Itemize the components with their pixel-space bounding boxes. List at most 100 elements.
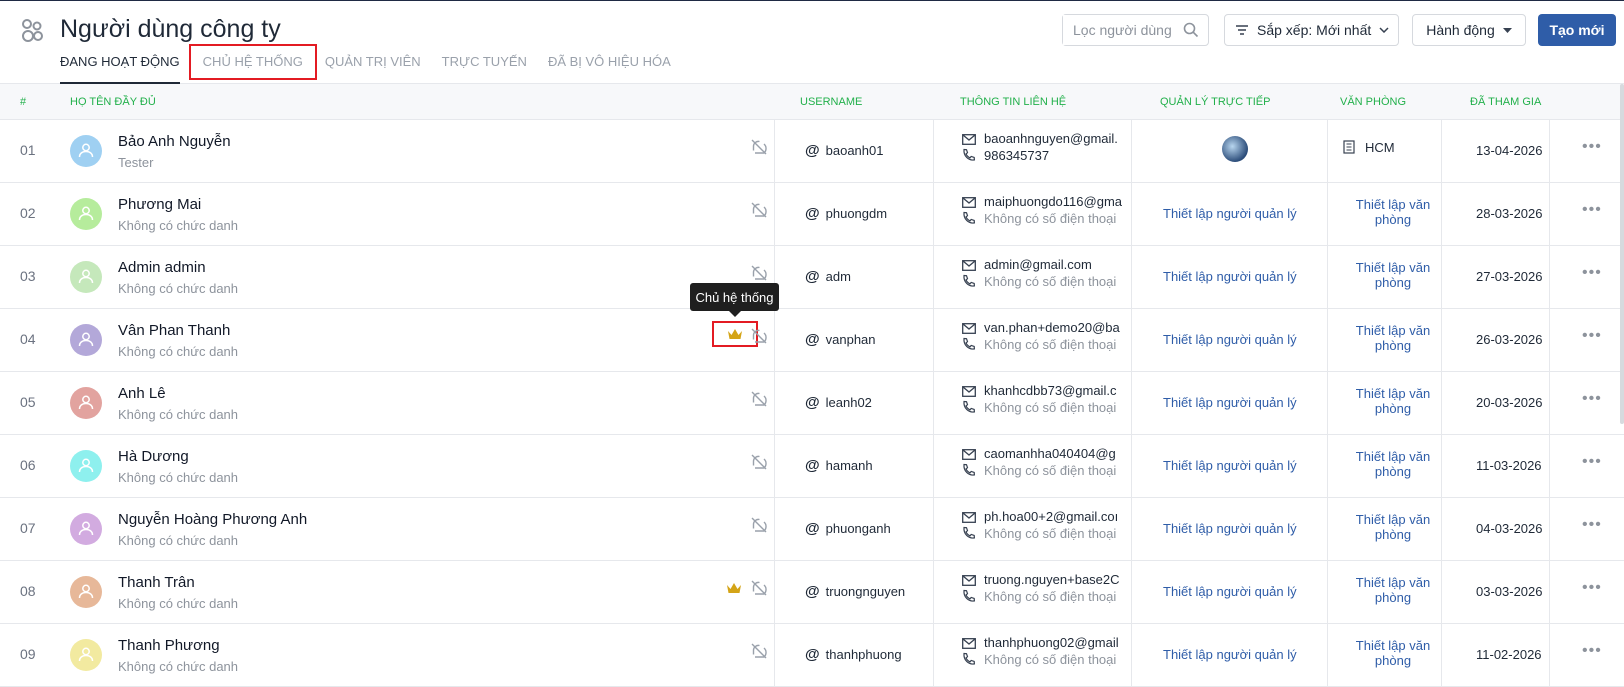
more-options-icon[interactable]: ••• bbox=[1582, 138, 1602, 156]
more-options-icon[interactable]: ••• bbox=[1582, 579, 1602, 597]
tab-online[interactable]: TRỰC TUYẾN bbox=[442, 44, 527, 84]
row-number: 05 bbox=[20, 394, 36, 410]
table-row[interactable]: 01 Bảo Anh Nguyễn Tester @ baoanh01 baoanhngu… bbox=[0, 120, 1624, 183]
table-row[interactable]: 02 Phương Mai Không có chức danh @ phuongdm m… bbox=[0, 183, 1624, 246]
set-manager-link[interactable]: Thiết lập người quản lý bbox=[1163, 584, 1297, 599]
vertical-scrollbar[interactable] bbox=[1620, 84, 1624, 424]
notification-off-icon[interactable] bbox=[750, 264, 768, 285]
user-name[interactable]: Vân Phan Thanh bbox=[118, 322, 230, 339]
set-manager-link[interactable]: Thiết lập người quản lý bbox=[1163, 458, 1297, 473]
crown-icon[interactable] bbox=[726, 582, 742, 597]
email[interactable]: caomanhha040404@g bbox=[962, 446, 1127, 461]
more-options-icon[interactable]: ••• bbox=[1582, 642, 1602, 660]
joined-date: 28-03-2026 bbox=[1476, 206, 1543, 221]
set-manager-link[interactable]: Thiết lập người quản lý bbox=[1163, 521, 1297, 536]
search-icon[interactable] bbox=[1183, 22, 1199, 38]
table-row[interactable]: 08 Thanh Trân Không có chức danh @ truongngu… bbox=[0, 561, 1624, 624]
tab-disabled[interactable]: ĐÃ BỊ VÔ HIỆU HÓA bbox=[548, 44, 671, 84]
users-icon bbox=[22, 19, 43, 42]
at-icon: @ bbox=[805, 520, 820, 537]
table-row[interactable]: 04 Vân Phan Thanh Không có chức danh @ vanph… bbox=[0, 309, 1624, 372]
building-icon bbox=[1343, 140, 1365, 155]
set-office-link[interactable]: Thiết lập văn phòng bbox=[1346, 197, 1440, 227]
notification-off-icon[interactable] bbox=[750, 453, 768, 474]
user-name[interactable]: Thanh Phương bbox=[118, 637, 220, 654]
user-name[interactable]: Phương Mai bbox=[118, 196, 201, 213]
tab-active[interactable]: ĐANG HOẠT ĐỘNG bbox=[60, 44, 180, 84]
email[interactable]: maiphuongdo116@gma bbox=[962, 194, 1127, 209]
avatar bbox=[70, 576, 102, 608]
notification-off-icon[interactable] bbox=[750, 579, 768, 600]
more-options-icon[interactable]: ••• bbox=[1582, 264, 1602, 282]
email[interactable]: van.phan+demo20@ba bbox=[962, 320, 1127, 335]
notification-off-icon[interactable] bbox=[750, 516, 768, 537]
table-row[interactable]: 09 Thanh Phương Không có chức danh @ thanhph… bbox=[0, 624, 1624, 687]
avatar bbox=[70, 639, 102, 671]
user-role: Không có chức danh bbox=[118, 344, 239, 359]
row-number: 09 bbox=[20, 646, 36, 662]
user-role: Không có chức danh bbox=[118, 470, 239, 485]
tab-system-owner[interactable]: CHỦ HỆ THỐNG bbox=[188, 44, 317, 80]
notification-off-icon[interactable] bbox=[750, 138, 768, 159]
person-icon bbox=[77, 204, 95, 225]
person-icon bbox=[77, 519, 95, 540]
set-manager-link[interactable]: Thiết lập người quản lý bbox=[1163, 647, 1297, 662]
set-office-link[interactable]: Thiết lập văn phòng bbox=[1346, 638, 1440, 668]
email[interactable]: thanhphuong02@gmail bbox=[962, 635, 1127, 650]
set-office-link[interactable]: Thiết lập văn phòng bbox=[1346, 386, 1440, 416]
user-name[interactable]: Nguyễn Hoàng Phương Anh bbox=[118, 511, 307, 528]
set-manager-link[interactable]: Thiết lập người quản lý bbox=[1163, 395, 1297, 410]
more-options-icon[interactable]: ••• bbox=[1582, 453, 1602, 471]
phone-value: Không có số điện thoại bbox=[984, 589, 1117, 604]
create-new-button[interactable]: Tạo mới bbox=[1538, 14, 1616, 46]
username: @ leanh02 bbox=[805, 394, 872, 411]
table-row[interactable]: 06 Hà Dương Không có chức danh @ hamanh caoma… bbox=[0, 435, 1624, 498]
set-manager-link[interactable]: Thiết lập người quản lý bbox=[1163, 332, 1297, 347]
email[interactable]: khanhcdbb73@gmail.c bbox=[962, 383, 1127, 398]
manager-avatar[interactable] bbox=[1222, 136, 1248, 162]
user-name[interactable]: Admin admin bbox=[118, 259, 206, 276]
more-options-icon[interactable]: ••• bbox=[1582, 390, 1602, 408]
table-row[interactable]: 07 Nguyễn Hoàng Phương Anh Không có chức d… bbox=[0, 498, 1624, 561]
mail-icon bbox=[962, 194, 984, 209]
user-name[interactable]: Hà Dương bbox=[118, 448, 189, 465]
phone-value: Không có số điện thoại bbox=[984, 463, 1117, 478]
table-row[interactable]: 03 Admin admin Không có chức danh @ adm admin… bbox=[0, 246, 1624, 309]
row-number: 06 bbox=[20, 457, 36, 473]
set-office-link[interactable]: Thiết lập văn phòng bbox=[1346, 512, 1440, 542]
col-manager: QUẢN LÝ TRỰC TIẾP bbox=[1160, 96, 1271, 108]
email[interactable]: ph.hoa00+2@gmail.coı bbox=[962, 509, 1127, 524]
col-username: USERNAME bbox=[800, 96, 863, 108]
more-options-icon[interactable]: ••• bbox=[1582, 201, 1602, 219]
search-input[interactable] bbox=[1063, 15, 1173, 45]
set-office-link[interactable]: Thiết lập văn phòng bbox=[1346, 323, 1440, 353]
notification-off-icon[interactable] bbox=[750, 390, 768, 411]
user-role: Không có chức danh bbox=[118, 218, 239, 233]
avatar bbox=[70, 387, 102, 419]
username-value: phuonganh bbox=[825, 521, 891, 536]
set-manager-link[interactable]: Thiết lập người quản lý bbox=[1163, 206, 1297, 221]
notification-off-icon[interactable] bbox=[750, 642, 768, 663]
more-options-icon[interactable]: ••• bbox=[1582, 327, 1602, 345]
user-name[interactable]: Thanh Trân bbox=[118, 574, 195, 591]
notification-off-icon[interactable] bbox=[750, 327, 768, 348]
user-role: Không có chức danh bbox=[118, 596, 239, 611]
email[interactable]: admin@gmail.com bbox=[962, 257, 1127, 272]
tab-admins[interactable]: QUẢN TRỊ VIÊN bbox=[325, 44, 421, 84]
set-office-link[interactable]: Thiết lập văn phòng bbox=[1346, 260, 1440, 290]
set-office-link[interactable]: Thiết lập văn phòng bbox=[1346, 575, 1440, 605]
phone: Không có số điện thoại bbox=[962, 274, 1116, 289]
notification-off-icon[interactable] bbox=[750, 201, 768, 222]
user-name[interactable]: Anh Lê bbox=[118, 385, 166, 402]
table-row[interactable]: 05 Anh Lê Không có chức danh @ leanh02 khanhc… bbox=[0, 372, 1624, 435]
actions-button[interactable]: Hành động bbox=[1412, 14, 1526, 46]
sort-button[interactable]: Sắp xếp: Mới nhất bbox=[1224, 14, 1399, 46]
email[interactable]: truong.nguyen+base2C bbox=[962, 572, 1127, 587]
email[interactable]: baoanhnguyen@gmail. bbox=[962, 131, 1127, 146]
email-value: ph.hoa00+2@gmail.coı bbox=[984, 509, 1119, 524]
user-name[interactable]: Bảo Anh Nguyễn bbox=[118, 133, 231, 150]
set-manager-link[interactable]: Thiết lập người quản lý bbox=[1163, 269, 1297, 284]
more-options-icon[interactable]: ••• bbox=[1582, 516, 1602, 534]
avatar bbox=[70, 324, 102, 356]
set-office-link[interactable]: Thiết lập văn phòng bbox=[1346, 449, 1440, 479]
